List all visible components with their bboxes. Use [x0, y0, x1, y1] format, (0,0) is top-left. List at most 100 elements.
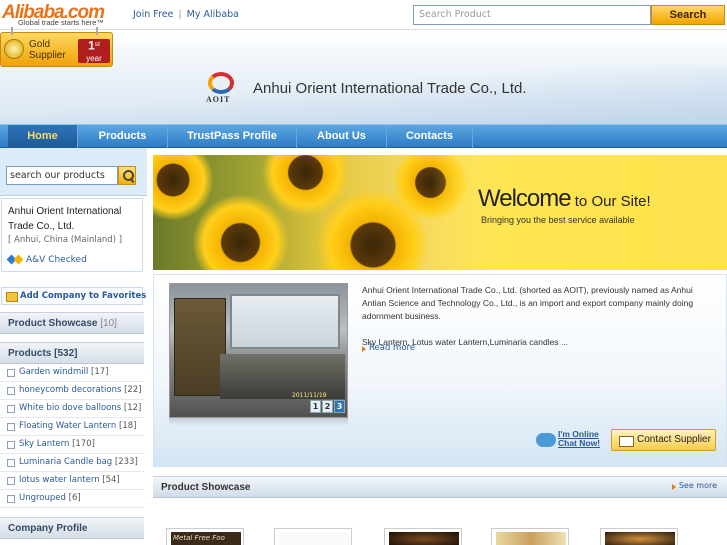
badge-line2: Supplier — [29, 50, 66, 61]
see-more-link[interactable]: See more — [671, 481, 717, 490]
photo-cabinet — [174, 298, 226, 396]
category-name: Ungrouped — [19, 493, 66, 503]
category-item[interactable]: Luminaria Candle bag [233] — [0, 454, 144, 472]
add-to-favorites-button[interactable]: Add Company to Favorites — [1, 287, 146, 305]
read-more-link[interactable]: Read more — [362, 343, 415, 353]
category-count: [12] — [123, 403, 142, 413]
welcome-title-big: Welcome — [478, 185, 572, 212]
search-icon[interactable] — [118, 166, 136, 185]
search-button[interactable]: Search — [651, 5, 725, 25]
chat-bubble-icon — [536, 433, 556, 447]
about-text: Anhui Orient International Trade Co., Lt… — [362, 284, 717, 362]
search-input[interactable]: Search Product — [413, 5, 651, 25]
product-thumbnail[interactable] — [600, 528, 678, 545]
top-links: Join Free | My Alibaba — [133, 9, 239, 20]
nav-about-us[interactable]: About Us — [297, 125, 387, 148]
badge-pin — [11, 27, 13, 35]
category-count: [17] — [91, 367, 109, 377]
join-free-link[interactable]: Join Free — [133, 9, 173, 20]
product-showcase-bar: Product Showcase See more — [153, 476, 727, 498]
product-thumbnail[interactable] — [384, 528, 462, 545]
thumb-image — [279, 532, 349, 545]
sunflower-image — [193, 195, 288, 270]
category-item[interactable]: Ungrouped [6] — [0, 490, 144, 508]
av-checked-link[interactable]: A&V Checked — [8, 255, 87, 265]
welcome-title-small: to Our Site! — [570, 193, 651, 210]
category-name: White bio dove balloons — [19, 403, 122, 413]
category-name: Sky Lantern — [19, 439, 70, 449]
thumb-image — [605, 532, 675, 545]
nav-trustpass-profile[interactable]: TrustPass Profile — [168, 125, 297, 148]
about-paragraph: Sky Lantern, Lotus water Lantern,Luminar… — [362, 337, 569, 347]
category-count: [233] — [114, 457, 138, 467]
category-item[interactable]: lotus water lantern [54] — [0, 472, 144, 490]
logo-tagline: Global trade starts here™ — [18, 18, 104, 27]
badge-years-suffix: st — [94, 41, 100, 48]
company-logo-text: AOIT — [206, 95, 231, 104]
nav-home[interactable]: Home — [8, 125, 78, 148]
category-item[interactable]: honeycomb decorations [22] — [0, 382, 144, 400]
badge-years-number: 1 — [88, 38, 95, 53]
sidebar-company-name[interactable]: Anhui Orient International Trade Co., Lt… — [8, 204, 136, 234]
company-title: Anhui Orient International Trade Co., Lt… — [253, 80, 527, 97]
category-name: Floating Water Lantern — [19, 421, 117, 431]
category-name: lotus water lantern — [19, 475, 100, 485]
welcome-banner: Welcome to Our Site! Bringing you the be… — [153, 155, 727, 270]
gold-medal-icon — [4, 39, 24, 59]
product-showcase-count: [10] — [100, 318, 117, 329]
chat-now-button[interactable]: I'm Online Chat Now! — [536, 429, 606, 453]
photo-window — [230, 294, 340, 349]
category-item[interactable]: Garden windmill [17] — [0, 364, 144, 382]
product-thumbnail[interactable] — [274, 528, 352, 545]
category-count: [170] — [72, 439, 95, 449]
company-profile-header[interactable]: Company Profile — [0, 517, 144, 539]
badge-years: 1st year — [78, 39, 110, 63]
photo-shadow — [169, 418, 348, 426]
chat-label: I'm Online Chat Now! — [558, 430, 600, 448]
photo-page-1[interactable]: 1 — [310, 400, 321, 413]
alibaba-logo[interactable]: Alibaba.com Global trade starts here™ — [2, 2, 124, 27]
contact-supplier-button[interactable]: Contact Supplier — [611, 429, 716, 451]
photo-page-2[interactable]: 2 — [322, 400, 333, 413]
category-item[interactable]: White bio dove balloons [12] — [0, 400, 144, 418]
product-showcase-label: Product Showcase — [8, 318, 98, 329]
category-count: [6] — [68, 493, 81, 503]
company-info-box: Anhui Orient International Trade Co., Lt… — [1, 198, 143, 272]
photo-date-stamp: 2011/11/19 — [292, 392, 327, 399]
nav-products[interactable]: Products — [78, 125, 168, 148]
category-count: [22] — [124, 385, 142, 395]
nav-contacts[interactable]: Contacts — [387, 125, 473, 148]
badge-line1: Gold — [29, 39, 51, 50]
link-separator: | — [178, 9, 182, 20]
category-item[interactable]: Floating Water Lantern [18] — [0, 418, 144, 436]
category-name: Garden windmill — [19, 367, 89, 377]
badge-years-label: year — [86, 53, 102, 63]
welcome-title: Welcome to Our Site! — [478, 185, 651, 213]
badge-pin — [96, 27, 98, 35]
gold-supplier-badge[interactable]: Gold Supplier 1st year — [0, 27, 113, 67]
company-logo-icon — [208, 72, 234, 94]
company-location: [ Anhui, China (Mainland) ] — [8, 235, 123, 245]
products-header[interactable]: Products [532] — [0, 342, 144, 364]
top-bar: Alibaba.com Global trade starts here™ Jo… — [0, 0, 727, 30]
category-name: honeycomb decorations — [19, 385, 122, 395]
my-alibaba-link[interactable]: My Alibaba — [187, 9, 239, 20]
product-showcase-header[interactable]: Product Showcase [10] — [0, 312, 144, 334]
category-count: [18] — [119, 421, 137, 431]
photo-page-3[interactable]: 3 — [334, 400, 345, 413]
product-thumbnail[interactable] — [491, 528, 569, 545]
showcase-title: Product Showcase — [161, 482, 251, 493]
main-nav: Home Products TrustPass Profile About Us… — [0, 124, 727, 148]
category-name: Luminaria Candle bag — [19, 457, 113, 467]
welcome-subtitle: Bringing you the best service available — [481, 215, 635, 225]
about-paragraph: Anhui Orient International Trade Co., Lt… — [362, 285, 694, 321]
chat-line2: Chat Now! — [558, 438, 601, 448]
product-search-input[interactable]: search our products — [6, 166, 118, 185]
company-logo: AOIT — [204, 72, 238, 106]
product-thumbnail[interactable]: Metal Free Foo — [166, 528, 244, 545]
category-item[interactable]: Sky Lantern [170] — [0, 436, 144, 454]
office-photo[interactable]: 2011/11/19 — [169, 283, 348, 418]
thumb-label: Metal Free Foo — [171, 532, 241, 545]
badge-text: Gold Supplier — [29, 39, 66, 61]
thumb-image — [389, 532, 459, 545]
